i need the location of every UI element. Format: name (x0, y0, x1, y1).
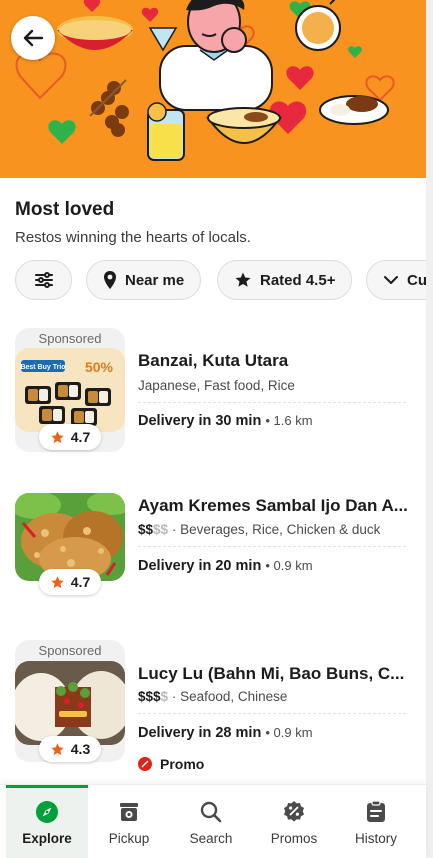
restaurant-meta: $$$$ · Beverages, Rice, Chicken & duck (138, 522, 381, 537)
search-icon (200, 801, 222, 823)
rating-pill: 4.7 (39, 569, 101, 595)
store-icon (120, 803, 138, 821)
arrow-left-icon (23, 29, 44, 47)
restaurant-name[interactable]: Ayam Kremes Sambal Ijo Dan A... (138, 496, 413, 516)
delivery-info: Delivery in 28 min • 0.9 km (138, 725, 313, 741)
star-icon (235, 272, 251, 287)
restaurant-name[interactable]: Banzai, Kuta Utara (138, 351, 413, 371)
chevron-down-icon (384, 276, 398, 284)
filter-cuisine-chip[interactable]: Cu (366, 260, 426, 300)
sponsored-label: Sponsored (38, 331, 102, 346)
rating-value: 4.7 (70, 574, 91, 590)
nav-promos[interactable]: Promos (253, 785, 335, 858)
delivery-info: Delivery in 20 min • 0.9 km (138, 558, 313, 574)
restaurant-categories: Japanese, Fast food, Rice (138, 378, 295, 393)
scrollbar[interactable] (426, 0, 433, 858)
nav-search[interactable]: Search (170, 785, 252, 858)
price-level: $$$ (138, 689, 161, 704)
filter-cuisine-label: Cu (407, 271, 426, 289)
restaurant-card[interactable]: 4.7 Ayam Kremes Sambal Ijo Dan A... $$$$… (15, 493, 419, 598)
back-button[interactable] (11, 16, 55, 60)
divider (138, 402, 406, 403)
promo-label: Promo (160, 756, 205, 772)
restaurant-thumbnail (15, 661, 125, 745)
section-title: Most loved (15, 199, 115, 220)
restaurant-categories: Beverages, Rice, Chicken & duck (180, 522, 381, 537)
restaurant-meta: $$$$ · Seafood, Chinese (138, 689, 288, 704)
food-photo-fried-chicken (15, 493, 125, 581)
food-photo-bao-buns (15, 661, 125, 745)
delivery-time: Delivery in 30 min (138, 413, 262, 429)
promo-tag: Promo (138, 756, 204, 772)
filter-rated-label: Rated 4.5+ (260, 271, 336, 289)
nav-search-label: Search (189, 831, 233, 846)
distance: 1.6 km (273, 413, 313, 428)
restaurant-categories: Seafood, Chinese (180, 689, 288, 704)
compass-icon (36, 801, 58, 823)
nav-pickup[interactable]: Pickup (88, 785, 170, 858)
star-icon (51, 575, 64, 588)
restaurant-thumbnail (15, 493, 125, 581)
promo-percent-icon (138, 757, 152, 771)
nav-pickup-label: Pickup (108, 831, 150, 846)
nav-history-label: History (354, 831, 397, 846)
nav-promos-label: Promos (270, 831, 318, 846)
rating-pill: 4.7 (39, 424, 101, 450)
rating-value: 4.3 (70, 741, 91, 757)
price-level-inactive: $$ (153, 522, 169, 537)
clipboard-icon (367, 800, 385, 822)
rating-value: 4.7 (70, 429, 91, 445)
divider (138, 546, 406, 547)
nav-history[interactable]: History (335, 785, 417, 858)
section-subtitle: Restos winning the hearts of locals. (15, 229, 251, 246)
restaurant-card[interactable]: Sponsored Best Buy Trio 50% 4.7 Banzai, … (15, 328, 419, 452)
delivery-time: Delivery in 20 min (138, 558, 262, 574)
location-pin-icon (104, 271, 116, 289)
distance: 0.9 km (273, 558, 313, 573)
hero-illustration (15, 0, 395, 161)
distance: 0.9 km (273, 725, 313, 740)
star-icon (51, 742, 64, 755)
divider (138, 713, 406, 714)
filter-rated-chip[interactable]: Rated 4.5+ (217, 260, 353, 300)
restaurant-name[interactable]: Lucy Lu (Bahn Mi, Bao Buns, C... (138, 664, 413, 684)
filter-chips: Near me Rated 4.5+ Cu (15, 260, 426, 300)
thumb-badge-text: Best Buy Trio (20, 364, 65, 371)
restaurant-card[interactable]: Sponsored 4.3 Lucy Lu (Bahn Mi, Bao Buns… (15, 640, 419, 780)
star-icon (51, 430, 64, 443)
percent-badge-icon (284, 801, 304, 822)
filter-settings-chip[interactable] (15, 260, 72, 300)
price-level: $$ (138, 522, 154, 537)
delivery-info: Delivery in 30 min • 1.6 km (138, 413, 313, 429)
filter-near-me-chip[interactable]: Near me (86, 260, 202, 300)
nav-explore[interactable]: Explore (6, 785, 88, 858)
hero-banner (0, 0, 426, 178)
filter-near-me-label: Near me (125, 271, 185, 289)
nav-explore-label: Explore (22, 831, 72, 846)
rating-pill: 4.3 (39, 736, 101, 762)
food-photo-bento: Best Buy Trio 50% (15, 348, 125, 432)
restaurant-thumbnail: Best Buy Trio 50% (15, 348, 125, 432)
bottom-navigation: Explore Pickup Search Promos History (0, 784, 426, 858)
sponsored-label: Sponsored (38, 643, 102, 658)
thumb-discount-text: 50% (85, 359, 114, 375)
sliders-icon (34, 272, 53, 288)
delivery-time: Delivery in 28 min (138, 725, 262, 741)
price-level-inactive: $ (160, 689, 169, 704)
